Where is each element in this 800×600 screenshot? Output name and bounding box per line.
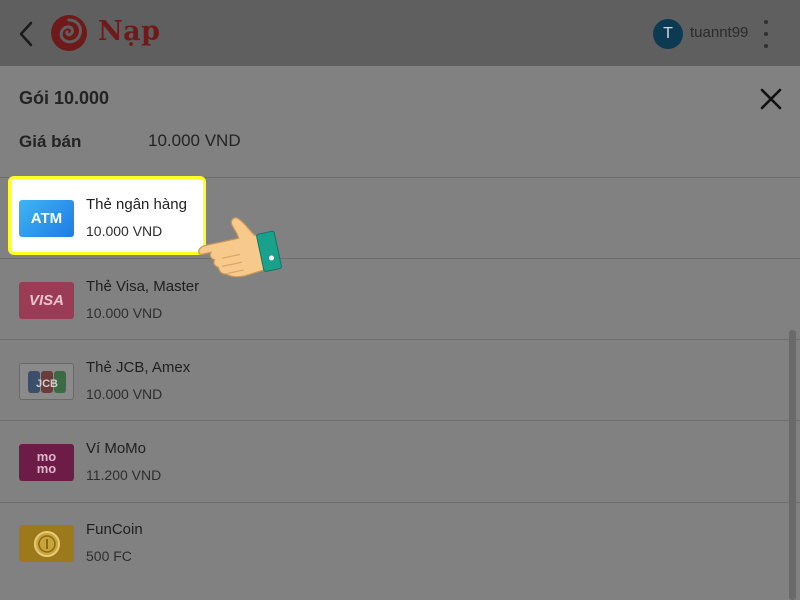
atm-icon-text: ATM bbox=[30, 210, 63, 227]
price-value: 10.000 VND bbox=[148, 131, 241, 150]
method-price: 10.000 VND bbox=[86, 386, 163, 402]
more-dot-icon bbox=[764, 20, 768, 24]
divider bbox=[0, 258, 800, 259]
more-options-button[interactable] bbox=[756, 20, 776, 48]
package-title: Gói 10.000 bbox=[19, 88, 110, 108]
method-price: 10.000 VND bbox=[86, 223, 163, 239]
coin-icon bbox=[33, 530, 60, 557]
payment-method-momo[interactable]: mo mo Ví MoMo 11.200 VND bbox=[0, 422, 786, 502]
method-name: Ví MoMo bbox=[86, 440, 147, 457]
avatar[interactable]: T bbox=[653, 19, 683, 49]
method-name: Thẻ ngân hàng bbox=[86, 196, 187, 213]
close-button[interactable] bbox=[756, 84, 786, 114]
funcoin-icon bbox=[19, 525, 74, 562]
more-dot-icon bbox=[764, 32, 768, 36]
payment-panel: Gói 10.000 Giá bán 10.000 VND ATM Thẻ ng… bbox=[0, 66, 800, 600]
jcb-logo-icon: JCB bbox=[27, 370, 66, 393]
top-bar: Nạp T tuannt99 bbox=[0, 0, 800, 66]
visa-icon: VISA bbox=[19, 282, 74, 319]
visa-icon-text: VISA bbox=[28, 292, 64, 309]
atm-card-icon: ATM bbox=[19, 200, 74, 237]
price-label: Giá bán bbox=[19, 132, 82, 151]
app-logo-icon bbox=[51, 15, 87, 51]
divider bbox=[0, 420, 800, 421]
username[interactable]: tuannt99 bbox=[690, 24, 748, 41]
payment-method-jcb-amex[interactable]: JCB Thẻ JCB, Amex 10.000 VND bbox=[0, 341, 786, 421]
app-title: Nạp bbox=[98, 16, 161, 47]
payment-method-bank-card[interactable]: ATM Thẻ ngân hàng 10.000 VND bbox=[8, 176, 206, 255]
more-dot-icon bbox=[764, 44, 768, 48]
method-name: Thẻ Visa, Master bbox=[86, 278, 200, 295]
momo-icon: mo mo bbox=[19, 444, 74, 481]
momo-icon-text: mo bbox=[36, 460, 57, 476]
jcb-icon: JCB bbox=[19, 363, 74, 400]
method-price: 500 FC bbox=[86, 548, 132, 564]
method-price: 10.000 VND bbox=[86, 305, 163, 321]
payment-method-visa-master[interactable]: VISA Thẻ Visa, Master 10.000 VND bbox=[0, 260, 786, 340]
chevron-left-icon bbox=[19, 21, 33, 47]
method-name: Thẻ JCB, Amex bbox=[86, 359, 191, 376]
method-name: FunCoin bbox=[86, 521, 143, 538]
pointing-hand-icon bbox=[198, 217, 282, 278]
scrollbar[interactable] bbox=[789, 330, 796, 600]
method-price: 11.200 VND bbox=[86, 467, 162, 483]
svg-text:JCB: JCB bbox=[35, 378, 57, 390]
back-button[interactable] bbox=[12, 18, 40, 50]
close-icon bbox=[760, 88, 782, 110]
divider bbox=[0, 339, 800, 340]
payment-method-funcoin[interactable]: FunCoin 500 FC bbox=[0, 503, 786, 583]
